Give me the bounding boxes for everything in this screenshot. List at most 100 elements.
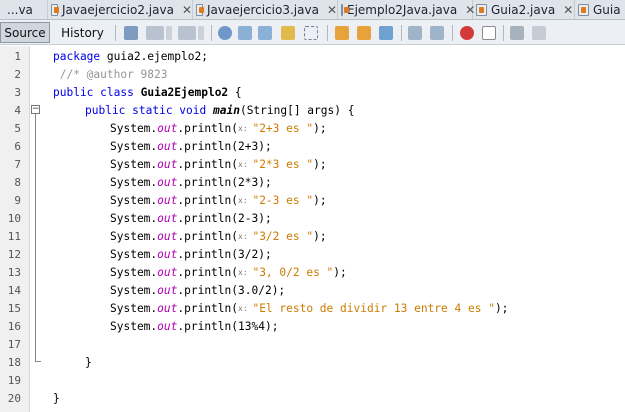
method-call: .println( — [177, 176, 238, 189]
method-call: .println( — [177, 284, 238, 297]
code-line-12: System.out.println(3/2); — [110, 246, 272, 264]
close-icon[interactable]: ✕ — [182, 3, 192, 17]
package-name: guia2.ejemplo2; — [100, 50, 208, 63]
line-number-gutter: 1 2 3 4 5 6 7 8 9 10 11 12 13 14 15 16 1… — [0, 46, 30, 412]
statement-end: ); — [313, 194, 327, 207]
tab-label: Guia — [593, 3, 621, 17]
source-view-button[interactable]: Source — [0, 22, 50, 43]
method-call: .println( — [177, 158, 238, 171]
rectangular-selection-icon[interactable] — [304, 26, 318, 40]
parameter-hint: x: — [238, 232, 253, 241]
stop-macro-recording-icon[interactable] — [482, 26, 496, 40]
toolbar-separator — [452, 25, 453, 41]
line-number: 4 — [14, 104, 21, 117]
closing-brace: } — [85, 356, 92, 369]
editor-tab-bar: ...va Javaejercicio2.java ✕ Javaejercici… — [0, 0, 625, 20]
expression: 2*3 — [238, 176, 259, 189]
statement-end: ); — [313, 158, 327, 171]
expression: 13%4 — [238, 320, 265, 333]
string-literal: "2+3 es " — [252, 122, 314, 135]
back-icon[interactable] — [146, 26, 164, 40]
statement-end: ); — [313, 230, 327, 243]
keyword: package — [53, 50, 101, 63]
parameter-hint: x: — [238, 124, 253, 133]
previous-bookmark-icon[interactable] — [335, 26, 349, 40]
keyword: class — [100, 86, 134, 99]
toggle-highlight-icon[interactable] — [281, 26, 295, 40]
expression: 2-3 — [238, 212, 259, 225]
find-previous-icon[interactable] — [238, 26, 252, 40]
brace: { — [228, 86, 242, 99]
find-icon[interactable] — [218, 26, 232, 40]
static-field: out — [157, 302, 178, 315]
line-number: 13 — [7, 266, 21, 279]
print-prefix: System. — [110, 248, 158, 261]
fold-guide-line — [35, 114, 36, 361]
collapse-fold-icon[interactable]: − — [31, 105, 40, 114]
line-number: 1 — [14, 50, 21, 63]
line-number: 3 — [14, 86, 21, 99]
print-prefix: System. — [110, 176, 158, 189]
static-field: out — [157, 140, 178, 153]
static-field: out — [157, 320, 178, 333]
forward-icon[interactable] — [178, 26, 196, 40]
line-number: 9 — [14, 194, 21, 207]
method-call: .println( — [177, 266, 238, 279]
toolbar-separator — [211, 25, 212, 41]
print-prefix: System. — [110, 302, 158, 315]
tab-label: Javaejercicio3.java — [207, 3, 319, 17]
parameter-hint: x: — [238, 160, 253, 169]
code-line-18: } — [85, 354, 92, 372]
toggle-bookmark-icon[interactable] — [379, 26, 393, 40]
back-dropdown-icon[interactable] — [166, 26, 172, 40]
tab-javaejercicio2[interactable]: Javaejercicio2.java ✕ — [48, 0, 193, 19]
toolbar-separator — [327, 25, 328, 41]
tab-label: Guia2.java — [491, 3, 556, 17]
line-number: 2 — [14, 68, 21, 81]
expression: 3.0/2 — [238, 284, 272, 297]
method-call: .println( — [177, 248, 238, 261]
java-file-icon — [476, 4, 487, 16]
tab-guia2[interactable]: Guia2.java ✕ — [473, 0, 575, 19]
line-number: 7 — [14, 158, 21, 171]
close-icon[interactable]: ✕ — [563, 3, 573, 17]
fold-guide-end — [35, 361, 41, 362]
tab-javaejercicio3[interactable]: Javaejercicio3.java ✕ — [193, 0, 338, 19]
start-macro-recording-icon[interactable] — [460, 26, 474, 40]
last-edit-icon[interactable] — [124, 26, 138, 40]
code-line-13: System.out.println(x: "3, 0/2 es "); — [110, 264, 347, 282]
tab-truncated-file[interactable]: ...va — [0, 0, 48, 19]
code-line-5: System.out.println(x: "2+3 es "); — [110, 120, 327, 138]
tab-label: Javaejercicio2.java — [62, 3, 174, 17]
find-next-icon[interactable] — [258, 26, 272, 40]
java-file-icon — [196, 4, 205, 16]
code-line-20: } — [53, 390, 60, 408]
comment-icon[interactable] — [510, 26, 524, 40]
print-prefix: System. — [110, 266, 158, 279]
java-file-icon — [341, 4, 349, 16]
statement-end: ); — [494, 302, 509, 315]
tab-guia-truncated[interactable]: Guia — [575, 0, 625, 19]
string-literal: "3, 0/2 es " — [252, 266, 334, 279]
uncomment-icon[interactable] — [532, 26, 546, 40]
code-line-8: System.out.println(2*3); — [110, 174, 272, 192]
fold-column — [30, 46, 44, 412]
history-view-button[interactable]: History — [55, 22, 110, 43]
shift-left-icon[interactable] — [408, 26, 422, 40]
tab-label: Ejemplo2Java.java — [347, 3, 458, 17]
statement-end: ); — [313, 122, 327, 135]
next-bookmark-icon[interactable] — [357, 26, 371, 40]
method-name: main — [213, 104, 240, 117]
shift-right-icon[interactable] — [430, 26, 444, 40]
forward-dropdown-icon[interactable] — [198, 26, 204, 40]
code-line-7: System.out.println(x: "2*3 es "); — [110, 156, 327, 174]
code-line-11: System.out.println(x: "3/2 es "); — [110, 228, 327, 246]
tab-ejemplo2java[interactable]: Ejemplo2Java.java ✕ — [338, 0, 475, 19]
close-icon[interactable]: ✕ — [327, 3, 337, 17]
keyword: public static void — [85, 104, 207, 117]
line-number: 17 — [7, 338, 21, 351]
method-call: .println( — [177, 230, 238, 243]
print-prefix: System. — [110, 320, 158, 333]
toolbar-separator — [503, 25, 504, 41]
line-number: 14 — [7, 284, 21, 297]
